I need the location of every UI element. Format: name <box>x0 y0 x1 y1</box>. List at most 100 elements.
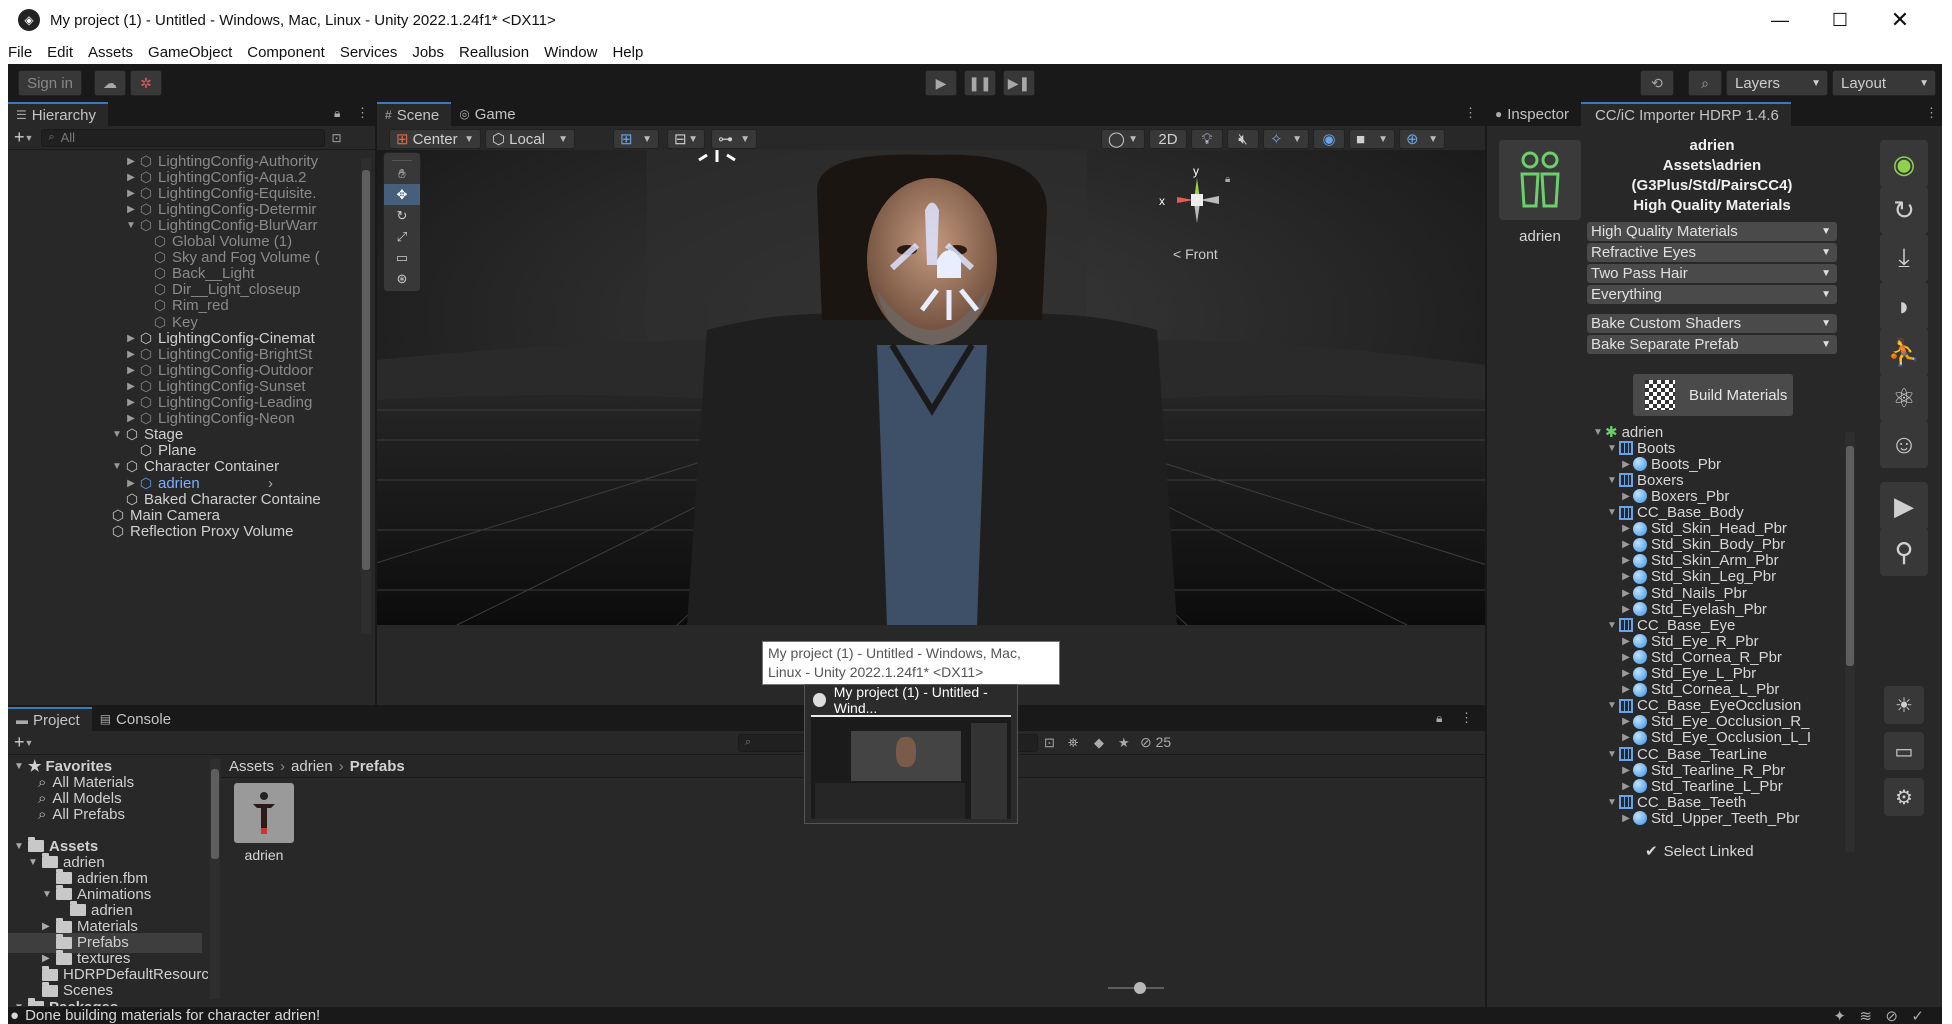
hidden-packages-toggle[interactable]: ⊘ 25 <box>1140 734 1171 751</box>
collapsed-arrow-icon[interactable]: ▶ <box>124 381 138 392</box>
visibility-icon[interactable]: ◉ <box>1313 129 1345 149</box>
camera-icon[interactable]: ■ ▼ <box>1349 129 1395 149</box>
step-button[interactable]: ▶❚ <box>1003 70 1035 96</box>
collab-icon[interactable]: ✲ <box>130 70 162 96</box>
ruler-icon[interactable]: ⊶ ▼ <box>711 129 757 149</box>
expanded-arrow-icon[interactable]: ▼ <box>1605 475 1619 486</box>
expanded-arrow-icon[interactable]: ▼ <box>1605 620 1619 631</box>
search-by-type-icon[interactable]: ⊡ <box>1044 735 1055 751</box>
project-folder-item[interactable]: ▼Packages <box>14 997 118 1006</box>
project-tree-scrollbar[interactable] <box>210 759 220 999</box>
breadcrumb-prefabs[interactable]: Prefabs <box>350 758 405 775</box>
minimize-button[interactable]: — <box>1750 0 1810 40</box>
hair-icon[interactable]: ◗ <box>1880 282 1928 330</box>
filter-type-icon[interactable]: ⛯ <box>1068 735 1078 751</box>
material-option-dropdown[interactable]: Refractive Eyes ▼ <box>1587 243 1837 262</box>
audio-toggle-icon[interactable]: 🔇︎ <box>1227 129 1259 149</box>
expanded-arrow-icon[interactable]: ▼ <box>1605 443 1619 454</box>
bake-option-dropdown[interactable]: Bake Custom Shaders ▼ <box>1587 314 1837 333</box>
rig-icon[interactable]: ⚲ <box>1880 528 1928 576</box>
menu-help[interactable]: Help <box>612 44 643 61</box>
collapsed-arrow-icon[interactable]: ▶ <box>1619 555 1633 566</box>
menu-reallusion[interactable]: Reallusion <box>459 44 529 61</box>
gizmo-lock-icon[interactable]: 🔒︎ <box>1225 174 1230 185</box>
collapsed-arrow-icon[interactable]: ▶ <box>1619 684 1633 695</box>
taskbar-preview[interactable]: My project (1) - Untitled - Wind... <box>804 684 1018 824</box>
folder-arrow-icon[interactable]: ▼ <box>42 889 56 900</box>
select-linked-checkbox[interactable]: ✔ Select Linked <box>1645 842 1754 861</box>
folder-arrow-icon[interactable]: ▶ <box>42 953 56 964</box>
project-menu-icon[interactable]: ⋮ <box>1460 710 1473 726</box>
menu-edit[interactable]: Edit <box>47 44 73 61</box>
folder-arrow-icon[interactable]: ▼ <box>28 857 42 868</box>
menu-services[interactable]: Services <box>340 44 398 61</box>
expanded-arrow-icon[interactable]: ▼ <box>124 220 138 231</box>
expanded-arrow-icon[interactable]: ▼ <box>1605 507 1619 518</box>
folder-arrow-icon[interactable]: ▼ <box>14 841 28 852</box>
space-dropdown[interactable]: ⬡ Local ▼ <box>485 129 575 149</box>
collapsed-arrow-icon[interactable]: ▶ <box>1619 491 1633 502</box>
expanded-arrow-icon[interactable]: ▼ <box>1605 749 1619 760</box>
asset-thumbnail[interactable] <box>234 783 294 843</box>
tab-game[interactable]: ◎ Game <box>451 102 528 126</box>
tab-inspector[interactable]: ● Inspector <box>1487 102 1581 126</box>
menu-assets[interactable]: Assets <box>88 44 133 61</box>
favorite-icon[interactable]: ★ <box>1118 735 1130 751</box>
material-option-dropdown[interactable]: High Quality Materials ▼ <box>1587 222 1837 241</box>
collapsed-arrow-icon[interactable]: ▶ <box>1619 539 1633 550</box>
collapsed-arrow-icon[interactable]: ▶ <box>1619 652 1633 663</box>
menu-component[interactable]: Component <box>247 44 325 61</box>
collapsed-arrow-icon[interactable]: ▶ <box>124 365 138 376</box>
collapsed-arrow-icon[interactable]: ▶ <box>124 413 138 424</box>
collapsed-arrow-icon[interactable]: ▶ <box>1619 604 1633 615</box>
project-lock-icon[interactable]: 🔒︎ <box>1436 711 1442 726</box>
animation-icon[interactable]: ⛹ <box>1880 328 1928 376</box>
search-icon[interactable]: ⌕ <box>1688 70 1722 96</box>
collapsed-arrow-icon[interactable]: ▶ <box>1619 459 1633 470</box>
import-icon[interactable]: ⤓ <box>1880 234 1928 282</box>
material-scrollbar[interactable] <box>1845 432 1855 852</box>
breadcrumb-assets[interactable]: Assets <box>229 758 274 775</box>
hierarchy-scrollbar[interactable] <box>361 158 371 634</box>
expanded-arrow-icon[interactable]: ▼ <box>1605 700 1619 711</box>
expanded-arrow-icon[interactable]: ▼ <box>1605 797 1619 808</box>
scene-menu-icon[interactable]: ⋮ <box>1464 105 1477 121</box>
search-filter-icon[interactable]: ⊡ <box>331 131 341 145</box>
sign-in-button[interactable]: Sign in <box>18 70 82 96</box>
play-button[interactable]: ▶ <box>925 70 957 96</box>
menu-file[interactable]: File <box>8 44 32 61</box>
material-option-dropdown[interactable]: Two Pass Hair ▼ <box>1587 264 1837 283</box>
maximize-button[interactable]: ☐ <box>1810 0 1870 40</box>
hand-tool-icon[interactable]: ✋︎ <box>384 163 420 184</box>
breadcrumb-adrien[interactable]: adrien <box>291 758 333 775</box>
tab-hierarchy[interactable]: ☰ Hierarchy <box>8 102 108 126</box>
build-materials-button[interactable]: Build Materials <box>1633 374 1793 416</box>
tab-cc-importer[interactable]: CC/iC Importer HDRP 1.4.6 <box>1580 102 1791 126</box>
collapsed-arrow-icon[interactable]: ▶ <box>1619 571 1633 582</box>
grid-snap-icon[interactable]: ⊞ ▼ <box>613 129 659 149</box>
asset-label[interactable]: adrien <box>234 847 294 863</box>
collapsed-arrow-icon[interactable]: ▶ <box>1619 781 1633 792</box>
gizmos-icon[interactable]: ⊕ ▼ <box>1399 129 1445 149</box>
camera-icon[interactable]: ▭ <box>1884 732 1924 770</box>
pause-button[interactable]: ❚❚ <box>964 70 996 96</box>
collapsed-arrow-icon[interactable]: ▶ <box>1619 732 1633 743</box>
effects-icon[interactable]: ✧ ▼ <box>1263 129 1309 149</box>
layers-dropdown[interactable]: Layers ▼ <box>1726 70 1828 96</box>
progress-icon[interactable]: ✓ <box>1911 1007 1924 1024</box>
collapsed-arrow-icon[interactable]: ▶ <box>1619 668 1633 679</box>
physics-icon[interactable]: ⚛ <box>1880 374 1928 422</box>
cloud-icon[interactable]: ☁ <box>94 70 126 96</box>
menu-window[interactable]: Window <box>544 44 597 61</box>
panel-menu-icon[interactable]: ⋮ <box>356 105 369 121</box>
cache-icon[interactable]: ≋ <box>1859 1007 1872 1024</box>
collapsed-arrow-icon[interactable]: ▶ <box>1619 636 1633 647</box>
rotate-tool-icon[interactable]: ↻ <box>384 205 420 226</box>
folder-arrow-icon[interactable]: ▼ <box>14 1002 28 1007</box>
tab-project[interactable]: ▬ Project <box>8 707 92 731</box>
network-icon[interactable]: ⊘ <box>1885 1007 1898 1024</box>
collapsed-arrow-icon[interactable]: ▶ <box>124 172 138 183</box>
transform-tool-icon[interactable]: ⊛ <box>384 268 420 289</box>
collapsed-arrow-icon[interactable]: ▶ <box>124 333 138 344</box>
eye-view-icon[interactable]: ◉ <box>1880 140 1928 188</box>
